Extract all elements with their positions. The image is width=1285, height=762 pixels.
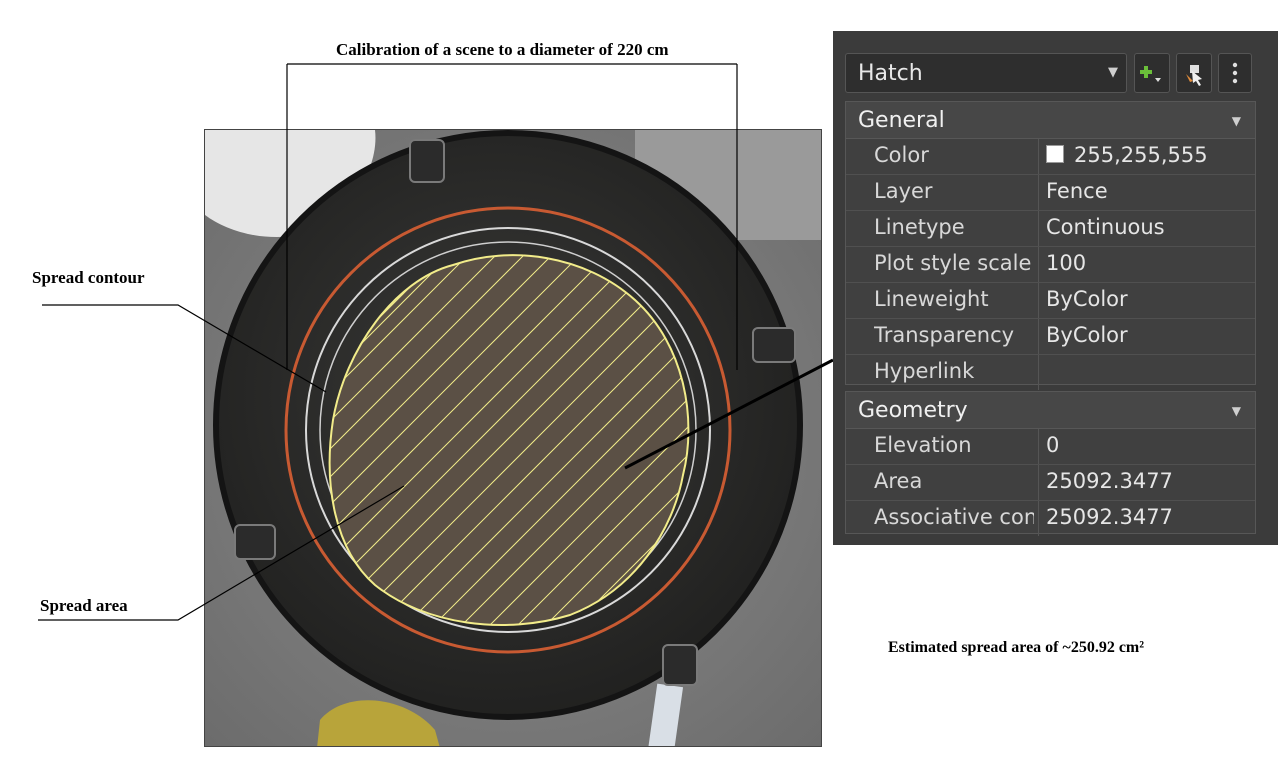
properties-toolbar: Hatch ▼ xyxy=(845,53,1266,93)
select-objects-icon xyxy=(1186,65,1202,86)
spread-photo-drawing xyxy=(205,130,821,746)
property-name: Area xyxy=(874,469,923,493)
property-name: Linetype xyxy=(874,215,965,239)
property-name: Color xyxy=(874,143,929,167)
properties-panel: Hatch ▼ General ▼ Color 255,255,555 Laye… xyxy=(833,31,1278,545)
property-name: Plot style scale xyxy=(874,251,1032,275)
property-value: ByColor xyxy=(1046,287,1128,311)
property-value: Fence xyxy=(1046,179,1108,203)
section-title: General xyxy=(858,108,945,133)
property-value: 255,255,555 xyxy=(1046,143,1208,167)
property-row-layer[interactable]: Layer Fence xyxy=(846,175,1255,211)
dropdown-caret-icon: ▼ xyxy=(1108,65,1118,80)
property-row-hyperlink[interactable]: Hyperlink xyxy=(846,355,1255,390)
property-row-transparency[interactable]: Transparency ByColor xyxy=(846,319,1255,355)
estimated-area-label: Estimated spread area of ~250.92 cm² xyxy=(888,639,1145,656)
property-row-linetype[interactable]: Linetype Continuous xyxy=(846,211,1255,247)
object-type-value: Hatch xyxy=(858,61,923,86)
property-row-elevation[interactable]: Elevation 0 xyxy=(846,429,1255,465)
property-value: Continuous xyxy=(1046,215,1165,239)
section-geometry-header[interactable]: Geometry ▼ xyxy=(846,392,1255,429)
object-type-dropdown[interactable]: Hatch ▼ xyxy=(845,53,1127,93)
section-title: Geometry xyxy=(858,398,968,423)
spread-photo xyxy=(204,129,822,747)
property-value: 0 xyxy=(1046,433,1060,457)
property-name: Associative con xyxy=(874,505,1034,529)
select-objects-button[interactable] xyxy=(1176,53,1212,93)
quick-select-icon xyxy=(1140,66,1161,82)
property-name: Hyperlink xyxy=(874,359,975,383)
property-name: Layer xyxy=(874,179,933,203)
property-name: Lineweight xyxy=(874,287,989,311)
property-row-lineweight[interactable]: Lineweight ByColor xyxy=(846,283,1255,319)
quick-select-button[interactable] xyxy=(1134,53,1170,93)
section-geometry: Geometry ▼ Elevation 0 Area 25092.3477 A… xyxy=(845,391,1256,536)
spread-area-label: Spread area xyxy=(40,596,128,615)
calibration-title: Calibration of a scene to a diameter of … xyxy=(336,40,669,59)
property-name: Transparency xyxy=(874,323,1015,347)
property-row-plot-style-scale[interactable]: Plot style scale 100 xyxy=(846,247,1255,283)
property-value: ByColor xyxy=(1046,323,1128,347)
property-value: 100 xyxy=(1046,251,1087,275)
property-row-area[interactable]: Area 25092.3477 xyxy=(846,465,1255,501)
property-value: 25092.3477 xyxy=(1046,505,1173,529)
collapse-caret-icon[interactable]: ▼ xyxy=(1232,114,1241,128)
spread-contour-label: Spread contour xyxy=(32,268,145,287)
color-value: 255,255,555 xyxy=(1074,143,1208,167)
section-general-header[interactable]: General ▼ xyxy=(846,102,1255,139)
section-general: General ▼ Color 255,255,555 Layer Fence … xyxy=(845,101,1256,390)
property-row-associative[interactable]: Associative con 25092.3477 xyxy=(846,501,1255,536)
collapse-caret-icon[interactable]: ▼ xyxy=(1232,404,1241,418)
more-options-icon xyxy=(1232,62,1238,84)
property-row-color[interactable]: Color 255,255,555 xyxy=(846,139,1255,175)
more-options-button[interactable] xyxy=(1218,53,1252,93)
color-swatch xyxy=(1046,145,1064,163)
property-value: 25092.3477 xyxy=(1046,469,1173,493)
property-name: Elevation xyxy=(874,433,972,457)
